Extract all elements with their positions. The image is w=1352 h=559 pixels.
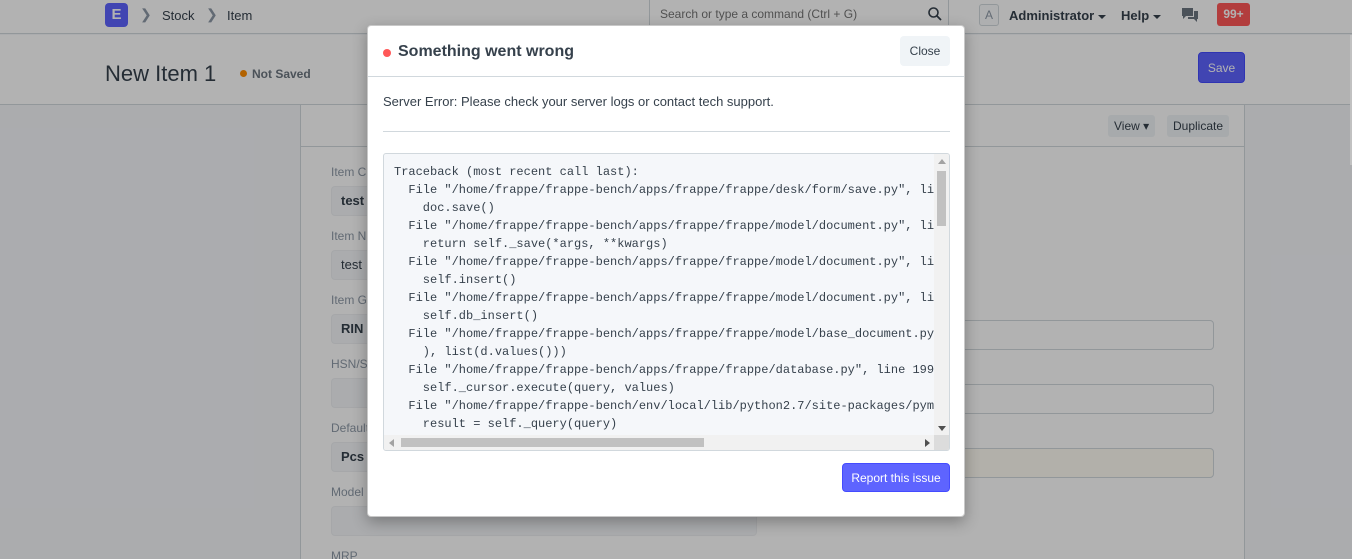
horizontal-scrollbar[interactable] bbox=[384, 435, 935, 450]
traceback-line: self._cursor.execute(query, values) bbox=[394, 381, 675, 395]
scrollbar-corner bbox=[934, 435, 949, 450]
vertical-scrollbar[interactable] bbox=[934, 154, 949, 436]
scroll-up-icon[interactable] bbox=[938, 159, 946, 164]
traceback-line: File "/home/frappe/frappe-bench/apps/fra… bbox=[394, 363, 935, 377]
traceback-line: File "/home/frappe/frappe-bench/apps/fra… bbox=[394, 291, 935, 305]
traceback-line: File "/home/frappe/frappe-bench/apps/fra… bbox=[394, 255, 935, 269]
traceback-line: return self._save(*args, **kwargs) bbox=[394, 237, 668, 251]
scroll-left-icon[interactable] bbox=[389, 439, 394, 447]
report-issue-button[interactable]: Report this issue bbox=[842, 463, 950, 492]
modal-header: Something went wrong Close bbox=[368, 26, 964, 77]
scroll-right-icon[interactable] bbox=[925, 439, 930, 447]
traceback-box[interactable]: Traceback (most recent call last): File … bbox=[383, 153, 950, 451]
traceback-line: ), list(d.values())) bbox=[394, 345, 567, 359]
traceback-line: self.db_insert() bbox=[394, 309, 539, 323]
traceback-line: doc.save() bbox=[394, 201, 495, 215]
divider bbox=[383, 131, 950, 132]
error-dialog: Something went wrong Close Server Error:… bbox=[367, 25, 965, 517]
modal-title: Something went wrong bbox=[398, 43, 574, 60]
traceback-line: Traceback (most recent call last): bbox=[394, 165, 639, 179]
traceback-line: File "/home/frappe/frappe-bench/apps/fra… bbox=[394, 183, 935, 197]
traceback-line: File "/home/frappe/frappe-bench/apps/fra… bbox=[394, 219, 935, 233]
close-button[interactable]: Close bbox=[900, 36, 950, 66]
error-message: Server Error: Please check your server l… bbox=[383, 94, 774, 109]
traceback-line: self.insert() bbox=[394, 273, 517, 287]
vertical-scroll-thumb[interactable] bbox=[937, 171, 946, 226]
traceback-line: File "/home/frappe/frappe-bench/apps/fra… bbox=[394, 327, 935, 341]
scroll-down-icon[interactable] bbox=[938, 426, 946, 431]
horizontal-scroll-thumb[interactable] bbox=[401, 438, 704, 447]
traceback-line: File "/home/frappe/frappe-bench/env/loca… bbox=[394, 399, 935, 413]
error-dot-icon bbox=[383, 49, 391, 57]
traceback-content: Traceback (most recent call last): File … bbox=[384, 154, 935, 436]
traceback-line: result = self._query(query) bbox=[394, 417, 618, 431]
